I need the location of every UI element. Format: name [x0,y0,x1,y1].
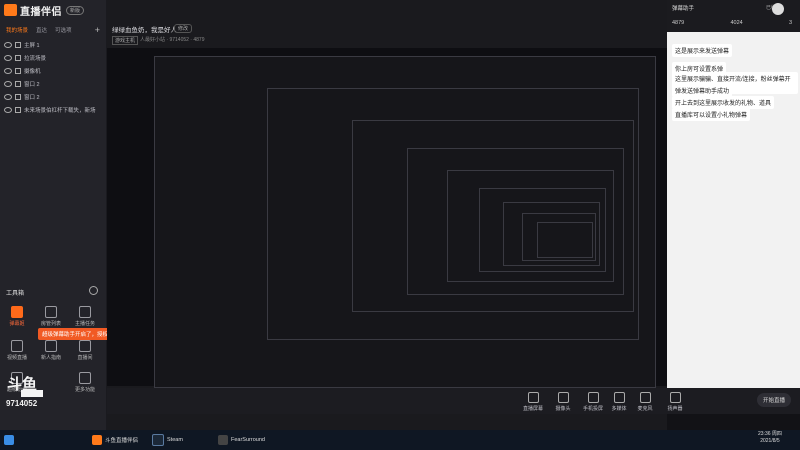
gift-count: 3 [788,20,792,26]
source-item[interactable]: 主屏 1 [4,38,104,51]
screen-capture-button[interactable]: 直播屏幕 [518,392,548,412]
tool-video-live[interactable]: 视频直播 [2,340,32,361]
like-count: 4024 [730,20,743,26]
version-badge[interactable]: 新版 [66,5,85,15]
source-label: 摄像机 [24,68,41,75]
source-label: 主屏 1 [24,42,40,49]
category-tag[interactable]: 游戏主机 [112,36,139,45]
danmaku-panel [667,0,800,388]
plus-icon[interactable]: + [95,25,100,35]
tool-tasks[interactable]: 主播任务 [70,306,100,327]
source-item[interactable]: 摄像机 [4,64,104,77]
tool-room-admins[interactable]: 房管列表 [36,306,66,327]
admin-icon [45,306,57,318]
eye-icon[interactable] [4,54,12,61]
eye-icon[interactable] [4,67,12,74]
source-item[interactable]: 拉流场景 [4,51,104,64]
tool-danmaku[interactable]: 弹幕姬 [2,306,32,327]
app-logo-text: 直播伴侣 [20,6,62,18]
camera-button[interactable]: 摄像头 [548,392,578,412]
taskbar-item[interactable]: 斗鱼直播伴侣 [92,432,138,448]
source-item[interactable]: 窗口 2 [4,77,104,90]
stream-preview[interactable] [107,48,667,388]
lock-icon[interactable] [15,106,21,113]
tab-options[interactable]: 可选项 [55,26,72,34]
media-icon [613,392,625,403]
app-icon [218,435,228,445]
start-button[interactable] [4,432,14,448]
eye-icon[interactable] [4,106,12,113]
camera-icon [557,392,569,403]
room-icon [79,340,91,352]
task-icon [79,306,91,318]
lock-icon[interactable] [15,93,21,100]
source-label: 窗口 2 [24,94,40,101]
speaker-icon [669,392,681,403]
source-label: 未来场景伯杠杆下载失，新场 [24,107,96,114]
microphone-button[interactable]: 麦克风 [630,392,660,412]
scene-tabs: 我的场景 直达 可选项 + [0,24,106,36]
video-icon [11,340,23,352]
danmaku-message: 这是展示来发送弹幕 [672,44,733,57]
tool-more[interactable]: 更多功能 [70,372,100,393]
source-list: 主屏 1 拉流场景 摄像机 窗口 2 窗口 2 未来场景伯杠杆下载失，新场 [4,38,104,116]
refresh-icon[interactable] [89,286,98,295]
toolbox-title: 工具箱 [6,291,25,297]
steam-icon [152,434,164,446]
live-title: 绿绿血鱼奶，我是好人 [112,27,177,34]
tab-my-scenes[interactable]: 我的场景 [6,26,28,34]
douyu-icon [92,435,102,445]
source-label: 拉流场景 [24,55,47,62]
mirror-frame [537,222,593,258]
guide-icon [45,340,57,352]
taskbar-item[interactable]: Steam [152,432,183,448]
logo-bar: 直播伴侣 新版 [0,0,106,20]
room-number: 9714052 [6,399,38,408]
douyu-logo: 斗鱼 [7,375,43,397]
room-info: 人最好小站 · 9714052 · 4879 [140,37,205,43]
viewer-count: 4879 [672,20,685,26]
lock-icon[interactable] [15,80,21,87]
lock-icon[interactable] [15,41,21,48]
danmaku-message: 直播库可以设置小礼物弹幕 [672,108,751,121]
phone-icon [587,392,599,403]
lock-icon[interactable] [15,54,21,61]
source-item[interactable]: 未来场景伯杠杆下载失，新场 [4,103,104,116]
microphone-icon [639,392,651,403]
app-logo-icon [4,4,17,16]
source-item[interactable]: 窗口 2 [4,90,104,103]
tab-direct[interactable]: 直达 [36,26,47,34]
source-label: 窗口 2 [24,81,40,88]
tool-guide[interactable]: 新人指南 [36,340,66,361]
edit-title-button[interactable]: 修改 [174,24,193,33]
monitor-icon [527,392,539,403]
bottom-toolbar [107,388,800,414]
taskbar-item[interactable]: FearSurround [218,432,265,448]
more-icon [79,372,91,384]
start-live-button[interactable]: 开始直播 [757,393,791,407]
eye-icon[interactable] [4,80,12,87]
panel-user: 弹幕助手 [672,6,695,12]
avatar[interactable] [772,3,784,15]
system-clock[interactable]: 23:36 周四 2021/8/5 [758,431,782,445]
eye-icon[interactable] [4,93,12,100]
windows-icon [4,435,14,445]
eye-icon[interactable] [4,41,12,48]
tool-live-room[interactable]: 直播间 [70,340,100,361]
lock-icon[interactable] [15,67,21,74]
danmaku-icon [11,306,23,318]
speaker-button[interactable]: 扬声器 [660,392,690,412]
panel-stats: 4879 4024 3 [672,20,792,26]
